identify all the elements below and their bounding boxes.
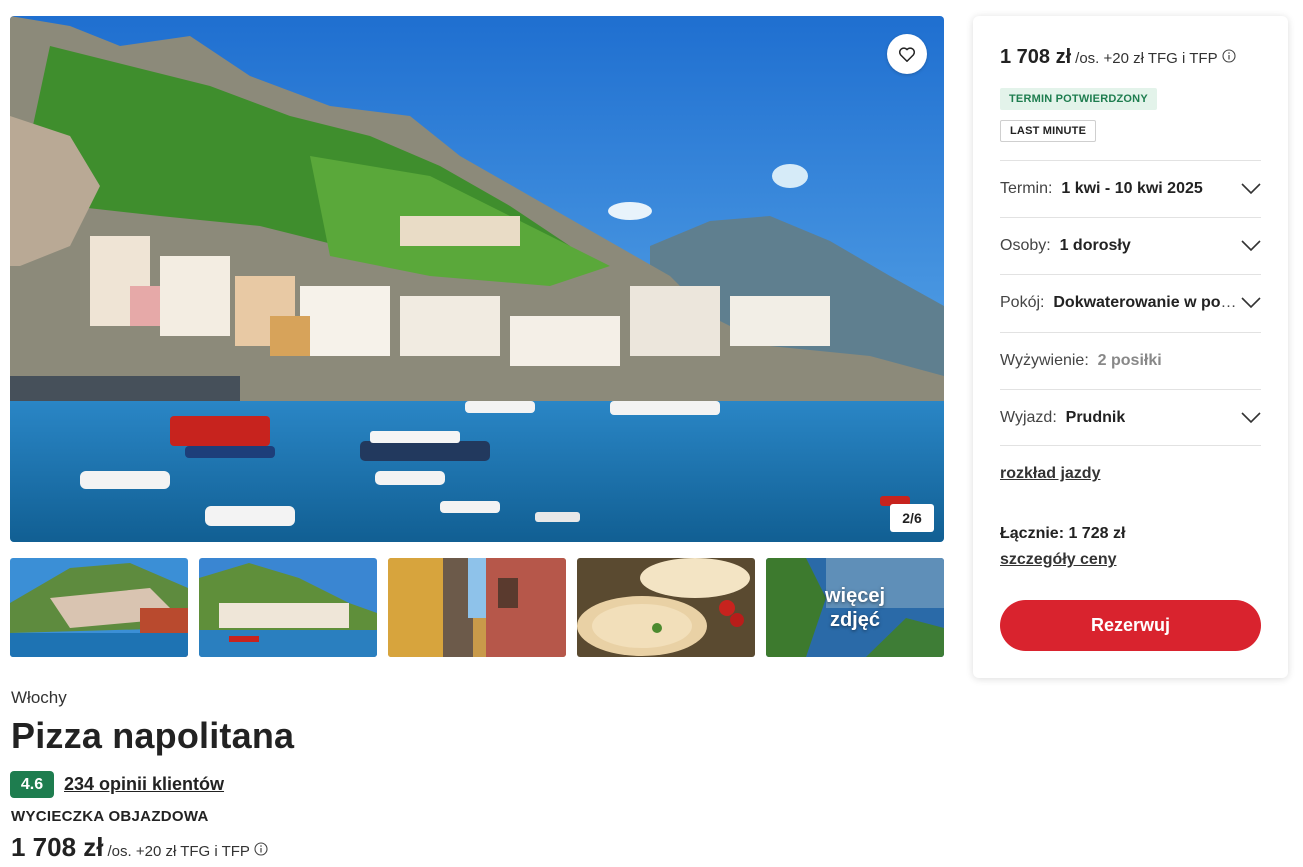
- positano-photo: [10, 558, 188, 657]
- amalfi-coast-photo: [10, 16, 944, 542]
- departure-value: Prudnik: [1065, 408, 1126, 426]
- trip-type-label: WYCIECZKA OBJAZDOWA: [11, 808, 209, 825]
- chevron-down-icon: [1241, 411, 1261, 423]
- photo-counter: 2/6: [890, 504, 934, 532]
- date-label: Termin:: [1000, 180, 1053, 197]
- persons-value: 1 dorosły: [1059, 237, 1131, 254]
- street-photo: [388, 558, 566, 657]
- room-label: Pokój:: [1000, 294, 1045, 311]
- board-info: Wyżywienie: 2 posiłki: [1000, 332, 1261, 389]
- persons-label: Osoby:: [1000, 237, 1051, 254]
- room-value: Dokwaterowanie w pokoju: [1053, 294, 1238, 311]
- more-photos-button[interactable]: więcej zdjęć: [766, 558, 944, 657]
- departure-select[interactable]: Wyjazd: Prudnik: [1000, 389, 1261, 446]
- thumbnail-strip: więcej zdjęć: [10, 558, 944, 657]
- thumbnail-1[interactable]: [10, 558, 188, 657]
- card-price: 1 708 zł /os. +20 zł TFG i TFP: [1000, 46, 1236, 69]
- booking-card: 1 708 zł /os. +20 zł TFG i TFP TERMIN PO…: [973, 16, 1288, 678]
- offer-title: Pizza napolitana: [11, 715, 295, 756]
- date-select[interactable]: Termin: 1 kwi - 10 kwi 2025: [1000, 160, 1261, 217]
- last-minute-badge: LAST MINUTE: [1000, 120, 1097, 142]
- room-select[interactable]: Pokój: Dokwaterowanie w pokoju: [1000, 274, 1261, 331]
- chevron-down-icon: [1241, 297, 1261, 309]
- price-details-link[interactable]: szczegóły ceny: [1000, 551, 1117, 569]
- card-price-amount: 1 708 zł: [1000, 46, 1072, 68]
- info-icon[interactable]: [254, 842, 268, 856]
- heart-icon: [898, 46, 916, 62]
- pizza-photo: [577, 558, 755, 657]
- offer-price: 1 708 zł /os. +20 zł TFG i TFP: [11, 832, 268, 863]
- persons-select[interactable]: Osoby: 1 dorosły: [1000, 217, 1261, 274]
- country-label: Włochy: [11, 688, 67, 707]
- thumbnail-2[interactable]: [199, 558, 377, 657]
- more-photos-label: więcej zdjęć: [824, 584, 886, 631]
- reviews-link[interactable]: 234 opinii klientów: [64, 774, 224, 795]
- total-price: Łącznie: 1 728 zł: [1000, 525, 1126, 542]
- card-price-suffix: /os. +20 zł TFG i TFP: [1075, 50, 1218, 67]
- price-amount: 1 708 zł: [11, 832, 104, 862]
- thumbnail-4[interactable]: [577, 558, 755, 657]
- schedule-link[interactable]: rozkład jazdy: [1000, 465, 1100, 483]
- thumbnail-3[interactable]: [388, 558, 566, 657]
- board-value: 2 posiłki: [1097, 352, 1162, 369]
- rating-row: 4.6 234 opinii klientów: [10, 771, 224, 798]
- departure-label: Wyjazd:: [1000, 408, 1057, 426]
- chevron-down-icon: [1241, 240, 1261, 252]
- date-value: 1 kwi - 10 kwi 2025: [1061, 180, 1203, 197]
- info-icon[interactable]: [1222, 49, 1236, 63]
- amalfi-photo: [199, 558, 377, 657]
- confirmed-date-badge: TERMIN POTWIERDZONY: [1000, 88, 1157, 110]
- favorite-button[interactable]: [887, 34, 927, 74]
- rating-badge: 4.6: [10, 771, 54, 798]
- chevron-down-icon: [1241, 183, 1261, 195]
- board-label: Wyżywienie:: [1000, 352, 1089, 369]
- price-suffix: /os. +20 zł TFG i TFP: [107, 843, 250, 860]
- book-button[interactable]: Rezerwuj: [1000, 600, 1261, 651]
- main-photo[interactable]: 2/6: [10, 16, 944, 542]
